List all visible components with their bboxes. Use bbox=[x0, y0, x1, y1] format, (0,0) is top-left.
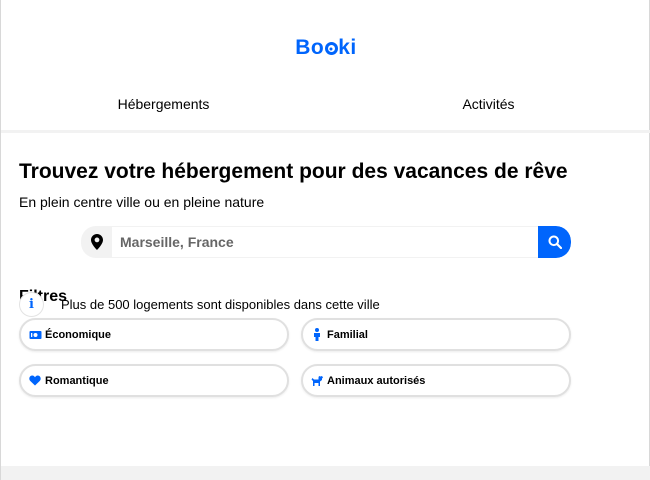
page-title: Trouvez votre hébergement pour des vacan… bbox=[19, 160, 568, 183]
main-nav: Hébergements Activités bbox=[1, 96, 650, 112]
availability-info: i Plus de 500 logements sont disponibles… bbox=[19, 292, 380, 317]
filter-romantique[interactable]: Romantique bbox=[19, 364, 289, 397]
search-button[interactable] bbox=[538, 226, 571, 258]
header: Bo ki Hébergements Activités bbox=[1, 0, 649, 130]
main-content: Trouvez votre hébergement pour des vacan… bbox=[1, 133, 650, 305]
search-input[interactable]: Marseille, France bbox=[112, 226, 538, 258]
money-icon bbox=[28, 328, 42, 342]
logo-text-part-1: Bo bbox=[295, 36, 325, 59]
info-icon: i bbox=[19, 292, 44, 317]
dog-icon bbox=[310, 374, 324, 388]
section-divider bbox=[1, 466, 650, 480]
filter-label: Économique bbox=[45, 328, 112, 341]
booki-logo[interactable]: Bo ki bbox=[1, 36, 650, 60]
heart-icon bbox=[28, 374, 42, 388]
logo-o-icon bbox=[324, 42, 338, 55]
map-pin-icon bbox=[81, 226, 112, 258]
nav-item-hebergements[interactable]: Hébergements bbox=[1, 96, 326, 112]
filter-label: Animaux autorisés bbox=[327, 374, 426, 387]
filter-familial[interactable]: Familial bbox=[301, 318, 571, 351]
nav-item-activites[interactable]: Activités bbox=[326, 96, 650, 112]
filter-label: Romantique bbox=[45, 374, 109, 387]
availability-text: Plus de 500 logements sont disponibles d… bbox=[61, 297, 380, 312]
search-bar: Marseille, France bbox=[81, 226, 571, 258]
logo-text-part-2: ki bbox=[338, 36, 357, 59]
page-subtitle: En plein centre ville ou en pleine natur… bbox=[19, 194, 265, 210]
search-icon bbox=[548, 235, 562, 249]
filter-label: Familial bbox=[327, 328, 368, 341]
filter-economique[interactable]: Économique bbox=[19, 318, 289, 351]
person-icon bbox=[310, 328, 324, 342]
filter-animaux-autorises[interactable]: Animaux autorisés bbox=[301, 364, 571, 397]
page-frame: Bo ki Hébergements Activités Trouvez votr… bbox=[0, 0, 650, 480]
